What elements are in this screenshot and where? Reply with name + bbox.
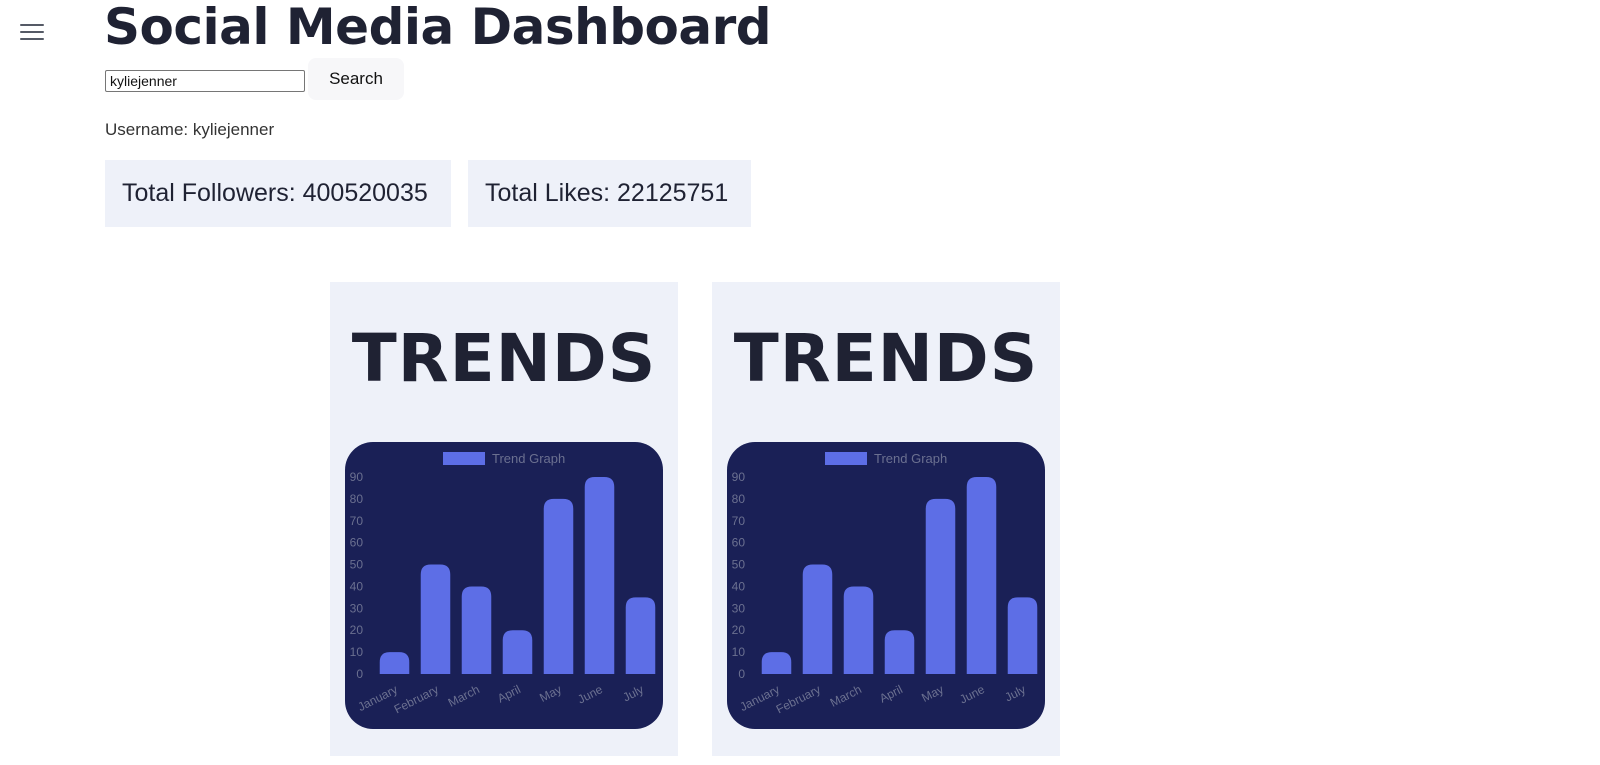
- y-tick-label: 50: [350, 558, 364, 572]
- x-tick-label: June: [575, 682, 605, 706]
- x-tick-label: July: [1002, 682, 1027, 704]
- trend-chart: Trend Graph 0 10 20 30 40 50 60 70 80 90 January Feb…: [345, 442, 663, 729]
- trend-chart-svg: Trend Graph 0 10 20 30 40 50 60 70 80 90 JanuaryFeb…: [350, 451, 656, 716]
- y-tick-label: 90: [350, 470, 364, 484]
- bar: [925, 498, 956, 674]
- y-tick-label: 70: [732, 514, 746, 528]
- x-tick-label: July: [620, 682, 645, 704]
- bar: [584, 477, 615, 674]
- y-tick-label: 0: [356, 667, 363, 681]
- search-input[interactable]: [105, 70, 305, 92]
- trend-chart: Trend Graph 0 10 20 30 40 50 60 70 80 90 January Feb…: [727, 442, 1045, 729]
- page-title: Social Media Dashboard: [104, 0, 772, 56]
- trends-card: TRENDS Trend Graph 0 10 20 30 40 50 60 70 80 90 Jan…: [712, 282, 1060, 756]
- legend-label: Trend Graph: [492, 451, 565, 466]
- y-tick-label: 70: [350, 514, 364, 528]
- legend-label: Trend Graph: [874, 451, 947, 466]
- total-likes-text: Total Likes: 22125751: [485, 179, 729, 207]
- bar: [543, 498, 574, 674]
- trend-chart-svg: Trend Graph 0 10 20 30 40 50 60 70 80 90 JanuaryFeb…: [732, 451, 1038, 716]
- y-tick-label: 30: [732, 601, 746, 615]
- bar: [966, 477, 997, 674]
- legend-swatch: [825, 452, 867, 465]
- x-tick-label: April: [877, 682, 905, 705]
- hamburger-menu-icon[interactable]: [20, 22, 44, 42]
- menu-line: [20, 24, 44, 26]
- x-tick-label: June: [957, 682, 987, 706]
- trends-title: TRENDS: [733, 320, 1039, 397]
- x-tick-label: May: [919, 682, 946, 705]
- username-label: Username: kyliejenner: [105, 120, 275, 139]
- y-tick-label: 0: [738, 667, 745, 681]
- menu-line: [20, 31, 44, 33]
- x-tick-label: March: [446, 682, 482, 710]
- bar: [461, 586, 492, 674]
- y-tick-label: 10: [350, 645, 364, 659]
- x-tick-label: February: [774, 682, 823, 716]
- y-tick-label: 20: [732, 623, 746, 637]
- total-followers-card: Total Followers: 400520035: [105, 160, 451, 227]
- y-tick-label: 60: [350, 536, 364, 550]
- bar: [502, 630, 533, 674]
- total-likes-card: Total Likes: 22125751: [468, 160, 751, 227]
- y-tick-label: 80: [732, 492, 746, 506]
- bar: [843, 586, 874, 674]
- x-tick-label: January: [737, 682, 781, 714]
- x-tick-label: April: [495, 682, 523, 705]
- x-tick-label: February: [392, 682, 441, 716]
- bar: [420, 564, 451, 674]
- y-tick-label: 40: [350, 579, 364, 593]
- x-tick-label: May: [537, 682, 564, 705]
- y-tick-label: 20: [350, 623, 364, 637]
- total-followers-text: Total Followers: 400520035: [122, 179, 428, 207]
- y-tick-label: 40: [732, 579, 746, 593]
- trends-title: TRENDS: [351, 320, 657, 397]
- bar: [1007, 597, 1038, 674]
- y-tick-label: 50: [732, 558, 746, 572]
- search-button[interactable]: Search: [308, 58, 404, 100]
- bar: [625, 597, 656, 674]
- legend-swatch: [443, 452, 485, 465]
- y-tick-label: 30: [350, 601, 364, 615]
- bar: [761, 652, 792, 674]
- bar: [802, 564, 833, 674]
- bar: [379, 652, 410, 674]
- y-tick-label: 60: [732, 536, 746, 550]
- y-tick-label: 80: [350, 492, 364, 506]
- x-tick-label: January: [355, 682, 399, 714]
- trends-card: TRENDS Trend Graph 0 10 20 30 40 50 60 70 80 90 Jan…: [330, 282, 678, 756]
- menu-line: [20, 38, 44, 40]
- bar: [884, 630, 915, 674]
- y-tick-label: 90: [732, 470, 746, 484]
- x-tick-label: March: [828, 682, 864, 710]
- y-tick-label: 10: [732, 645, 746, 659]
